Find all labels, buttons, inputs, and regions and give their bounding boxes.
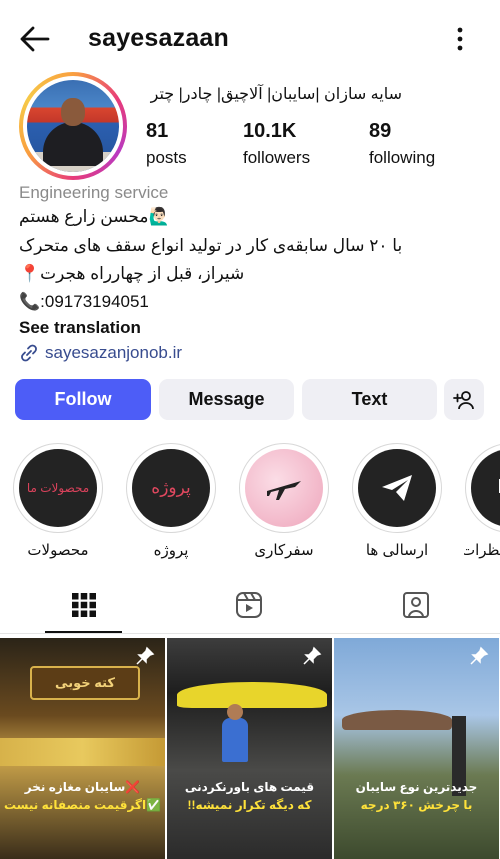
highlight-shipments[interactable]: ارسالی ها bbox=[351, 443, 443, 559]
grid-icon[interactable] bbox=[69, 590, 99, 620]
link-icon bbox=[21, 344, 37, 362]
profile-category: Engineering service bbox=[19, 183, 169, 202]
active-tab-indicator bbox=[45, 631, 122, 633]
followers-stat[interactable]: 10.1K followers bbox=[243, 120, 310, 168]
avatar bbox=[27, 80, 119, 172]
pin-icon bbox=[303, 646, 322, 665]
highlight-cover-text: محصولات ما bbox=[26, 481, 90, 495]
highlight-label: نظرات مشتری ها bbox=[464, 542, 500, 559]
shop-sign: کته خوبی bbox=[30, 666, 140, 700]
vertical-dots-icon[interactable] bbox=[448, 26, 472, 52]
highlight-label: سفرکاری bbox=[254, 542, 314, 559]
top-bar: sayesazaan bbox=[0, 0, 500, 78]
pin-icon bbox=[136, 646, 155, 665]
highlight-label: پروژه bbox=[153, 542, 189, 559]
post-thumbnail[interactable]: کته خوبی ❌سایبان مغازه نخر ✅اگرقیمت منصف… bbox=[0, 638, 165, 859]
post-caption-line2: با چرخش ۳۶۰ درجه bbox=[360, 798, 473, 812]
bio-line-experience: با ۲۰ سال سابقه‌ی کار در تولید انواع سقف… bbox=[19, 236, 403, 255]
arrow-left-icon[interactable] bbox=[18, 24, 52, 54]
post-caption-line2: که دیگه تکرار نمیشه!! bbox=[187, 798, 312, 812]
profile-website-link[interactable]: sayesazanjonob.ir bbox=[19, 342, 182, 364]
tagged-person-icon[interactable] bbox=[401, 590, 431, 620]
message-button[interactable]: Message bbox=[159, 379, 294, 420]
following-label: following bbox=[369, 148, 436, 167]
text-button[interactable]: Text bbox=[302, 379, 437, 420]
profile-full-name: سایه سازان |سایبان| آلاچیق| چادر| چتر bbox=[150, 86, 402, 103]
airplane-icon bbox=[267, 481, 301, 500]
following-stat[interactable]: 89 following bbox=[369, 120, 435, 168]
posts-count: 81 bbox=[146, 120, 169, 142]
website-url: sayesazanjonob.ir bbox=[45, 343, 183, 362]
post-thumbnail[interactable]: قیمت های باورنکردنی که دیگه تکرار نمیشه!… bbox=[167, 638, 332, 859]
highlight-projects[interactable]: پروژه پروژه bbox=[125, 443, 217, 559]
followers-count: 10.1K bbox=[243, 120, 297, 142]
highlight-customer-reviews[interactable]: نظرات مشتری ها bbox=[464, 443, 500, 559]
profile-username: sayesazaan bbox=[88, 24, 230, 52]
highlight-label: محصولات bbox=[27, 542, 89, 559]
pin-icon bbox=[470, 646, 489, 665]
highlight-cover-text: پروژه bbox=[151, 478, 191, 497]
post-caption-line1: ❌سایبان مغازه نخر bbox=[24, 780, 141, 794]
see-translation-link[interactable]: See translation bbox=[19, 318, 141, 338]
message-bubble-icon bbox=[499, 479, 500, 493]
highlight-products[interactable]: محصولات ما محصولات bbox=[12, 443, 104, 559]
person-plus-icon bbox=[453, 390, 474, 409]
post-caption-line1: جدیدترین نوع سایبان bbox=[355, 780, 478, 794]
post-caption-line1: قیمت های باورنکردنی bbox=[184, 780, 315, 794]
posts-grid: کته خوبی ❌سایبان مغازه نخر ✅اگرقیمت منصف… bbox=[0, 638, 500, 859]
profile-tabs bbox=[0, 580, 500, 634]
reels-icon[interactable] bbox=[234, 590, 264, 620]
posts-label: posts bbox=[146, 148, 187, 167]
suggest-users-button[interactable] bbox=[444, 379, 484, 420]
bio-line-phone: 📞:09173194051 bbox=[19, 292, 149, 311]
highlight-business-trips[interactable]: سفرکاری bbox=[238, 443, 330, 559]
highlight-label: ارسالی ها bbox=[365, 542, 429, 559]
post-caption-line2: ✅اگرقیمت منصفانه نیست bbox=[3, 798, 162, 812]
followers-label: followers bbox=[243, 148, 311, 167]
profile-avatar-story-ring[interactable] bbox=[19, 72, 127, 180]
posts-stat: 81 posts bbox=[146, 120, 187, 168]
follow-button[interactable]: Follow bbox=[15, 379, 151, 420]
bio-line-address: شیراز، قبل از چهارراه هجرت📍 bbox=[19, 264, 245, 283]
bio-line-name: 🙋🏻‍♂️محسن زارع هستم bbox=[19, 207, 170, 226]
following-count: 89 bbox=[369, 120, 392, 142]
post-thumbnail[interactable]: جدیدترین نوع سایبان با چرخش ۳۶۰ درجه bbox=[334, 638, 499, 859]
telegram-send-icon bbox=[382, 475, 412, 501]
